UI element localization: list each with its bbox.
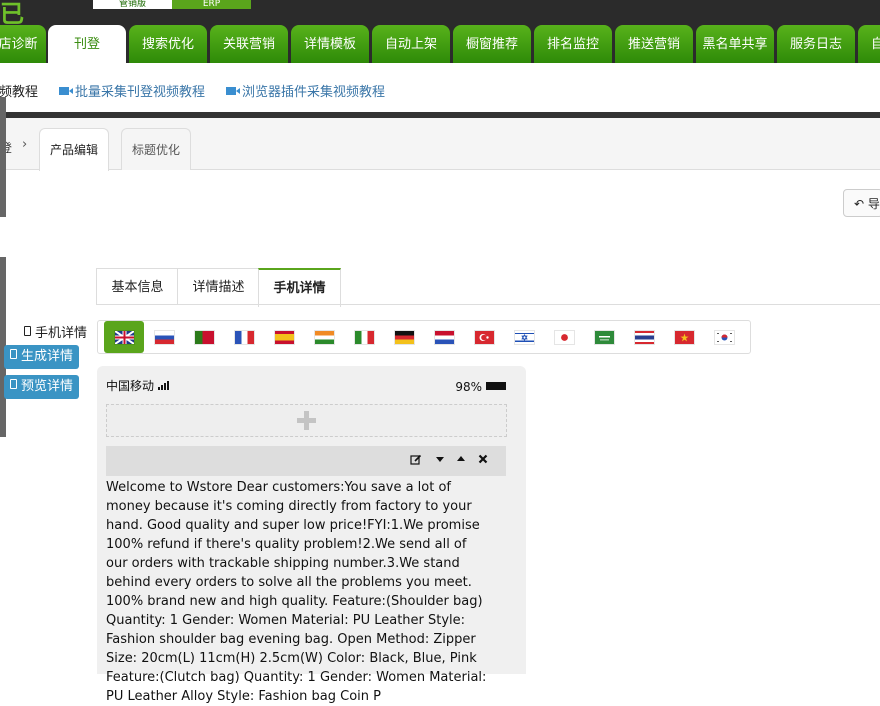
pt-flag-icon[interactable] (184, 321, 224, 353)
uk-flag-icon[interactable] (104, 321, 144, 353)
fr-flag-icon[interactable] (224, 321, 264, 353)
nav-tab-auto-listing[interactable]: 自动上架 (372, 25, 450, 63)
mobile-device-icon (24, 326, 31, 336)
battery-status: 98% (455, 380, 506, 394)
signal-icon (158, 380, 171, 390)
mobile-device-icon (10, 349, 17, 359)
divider (96, 304, 880, 305)
nav-tab-service-log[interactable]: 服务日志 (777, 25, 855, 63)
video-camera-icon (59, 87, 73, 95)
move-down-icon[interactable] (433, 454, 447, 468)
carrier-label: 中国移动 (106, 377, 171, 394)
preview-detail-button[interactable]: 预览详情 (4, 375, 80, 399)
plus-icon (297, 411, 316, 430)
delete-icon[interactable] (476, 454, 490, 468)
tutorial-link-browser-plugin[interactable]: 浏览器插件采集视频教程 (226, 81, 385, 100)
nav-tab-related-marketing[interactable]: 关联营销 (210, 25, 288, 63)
module-toolbar (106, 446, 506, 476)
nl-flag-icon[interactable] (424, 321, 464, 353)
generate-detail-button[interactable]: 生成详情 (4, 345, 80, 369)
video-camera-icon (226, 87, 240, 95)
tutorial-link-batch-collect[interactable]: 批量采集刊登视频教程 (59, 81, 205, 100)
battery-percent: 98% (455, 380, 482, 394)
reply-arrow-icon: ↶ (854, 197, 868, 211)
nav-tab-rank-monitor[interactable]: 排名监控 (534, 25, 612, 63)
it-flag-icon[interactable] (344, 321, 384, 353)
left-edge-handle[interactable] (0, 97, 6, 217)
edit-icon[interactable] (409, 454, 423, 468)
nav-tab-search-optimize[interactable]: 搜索优化 (129, 25, 207, 63)
phone-preview: 中国移动 98% Welcome to Wstore Dear customer… (97, 366, 526, 704)
switch-marketing-button[interactable]: 管销版 (93, 0, 172, 9)
switch-erp-button[interactable]: ERP (172, 0, 251, 9)
back-button[interactable]: ↶ 导 (843, 189, 880, 217)
breadcrumb: 登 › 产品编辑 标题优化 (0, 118, 880, 171)
mobile-detail-label: 手机详情 (24, 322, 87, 341)
mobile-device-icon (10, 379, 17, 389)
nav-tab-more[interactable]: 自 (858, 25, 880, 63)
tutorial-link-label: 批量采集刊登视频教程 (75, 85, 206, 100)
nav-tab-store-diagnosis[interactable]: 店诊断 (0, 25, 46, 63)
de-flag-icon[interactable] (384, 321, 424, 353)
tr-flag-icon[interactable] (464, 321, 504, 353)
tab-detail-description[interactable]: 详情描述 (177, 268, 260, 305)
sa-flag-icon[interactable] (584, 321, 624, 353)
main-nav: 店诊断 刊登 搜索优化 关联营销 详情模板 自动上架 橱窗推荐 排名监控 推送营… (0, 25, 880, 63)
preview-detail-label: 预览详情 (21, 379, 74, 394)
nav-tab-push-marketing[interactable]: 推送营销 (615, 25, 693, 63)
nav-tab-blacklist-share[interactable]: 黑名单共享 (696, 25, 774, 63)
th-flag-icon[interactable] (624, 321, 664, 353)
add-module-button[interactable] (106, 404, 507, 437)
kr-flag-icon[interactable] (704, 321, 744, 353)
mobile-detail-title: 手机详情 (35, 326, 88, 341)
tab-basic-info[interactable]: 基本信息 (96, 268, 179, 305)
carrier-name: 中国移动 (106, 379, 155, 393)
nav-tab-window-recommend[interactable]: 橱窗推荐 (453, 25, 531, 63)
es-flag-icon[interactable] (264, 321, 304, 353)
vn-flag-icon[interactable] (664, 321, 704, 353)
move-up-icon[interactable] (454, 454, 468, 468)
jp-flag-icon[interactable] (544, 321, 584, 353)
chevron-right-icon: › (22, 137, 28, 152)
tab-product-edit[interactable]: 产品编辑 (39, 128, 110, 171)
in-flag-icon[interactable] (304, 321, 344, 353)
tab-mobile-detail[interactable]: 手机详情 (258, 268, 341, 307)
back-button-label: 导 (867, 197, 880, 211)
tab-title-optimize[interactable]: 标题优化 (121, 128, 192, 170)
top-bar: 已 管销版 ERP (0, 0, 880, 28)
nav-tab-detail-template[interactable]: 详情模板 (291, 25, 369, 63)
tutorial-links: 频教程 批量采集刊登视频教程 浏览器插件采集视频教程 (0, 63, 880, 112)
tutorial-link-label: 浏览器插件采集视频教程 (242, 85, 386, 100)
module-text-content[interactable]: Welcome to Wstore Dear customers:You sav… (106, 478, 490, 706)
ru-flag-icon[interactable] (144, 321, 184, 353)
il-flag-icon[interactable] (504, 321, 544, 353)
generate-detail-label: 生成详情 (21, 349, 74, 364)
battery-icon (486, 382, 506, 390)
language-flag-bar (97, 320, 751, 354)
nav-tab-listing[interactable]: 刊登 (48, 25, 126, 63)
